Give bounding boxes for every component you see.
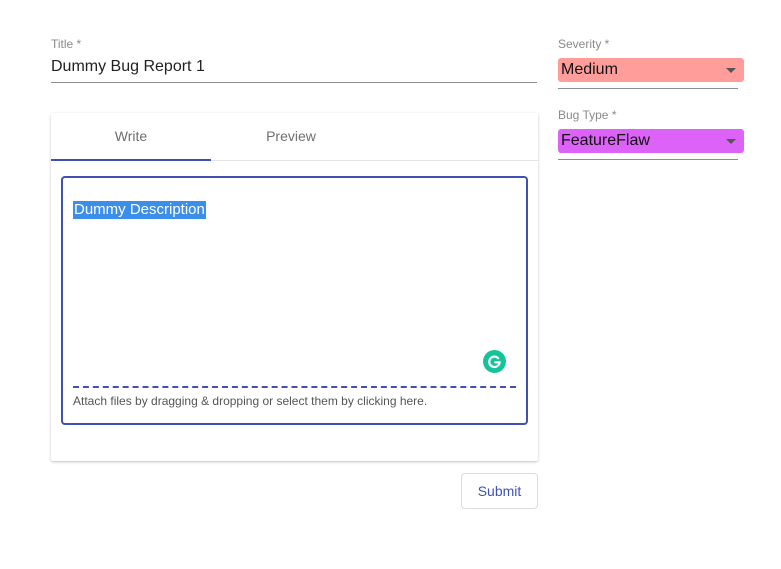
description-textarea[interactable]: Dummy Description Attach files by draggi… [61,176,528,425]
severity-select[interactable]: Medium [558,58,744,82]
description-text[interactable]: Dummy Description [73,201,206,219]
bug-type-value: FeatureFlaw [561,132,650,149]
title-underline [51,82,537,83]
title-field[interactable]: Title * Dummy Bug Report 1 [51,37,537,83]
bug-report-form: Title * Dummy Bug Report 1 Write Preview… [0,0,781,569]
title-label: Title * [51,37,82,51]
attach-divider [73,386,516,388]
active-tab-indicator [51,159,211,161]
bug-type-field: Bug Type * FeatureFlaw [558,108,744,160]
severity-underline [558,88,738,89]
bug-type-underline [558,159,738,160]
chevron-down-icon [726,139,736,144]
attach-files-hint[interactable]: Attach files by dragging & dropping or s… [73,394,427,408]
severity-value: Medium [561,61,618,78]
severity-label: Severity * [558,37,610,51]
bug-type-label: Bug Type * [558,108,617,122]
chevron-down-icon [726,68,736,73]
severity-field: Severity * Medium [558,37,744,89]
submit-button[interactable]: Submit [461,473,538,509]
tab-preview[interactable]: Preview [211,113,371,161]
grammarly-icon[interactable] [483,350,506,373]
bug-type-select[interactable]: FeatureFlaw [558,129,744,153]
editor-tabs: Write Preview [51,113,538,161]
title-input[interactable]: Dummy Bug Report 1 [51,57,205,77]
tab-write[interactable]: Write [51,113,211,161]
description-editor-card: Write Preview Dummy Description Attach f… [51,113,538,461]
